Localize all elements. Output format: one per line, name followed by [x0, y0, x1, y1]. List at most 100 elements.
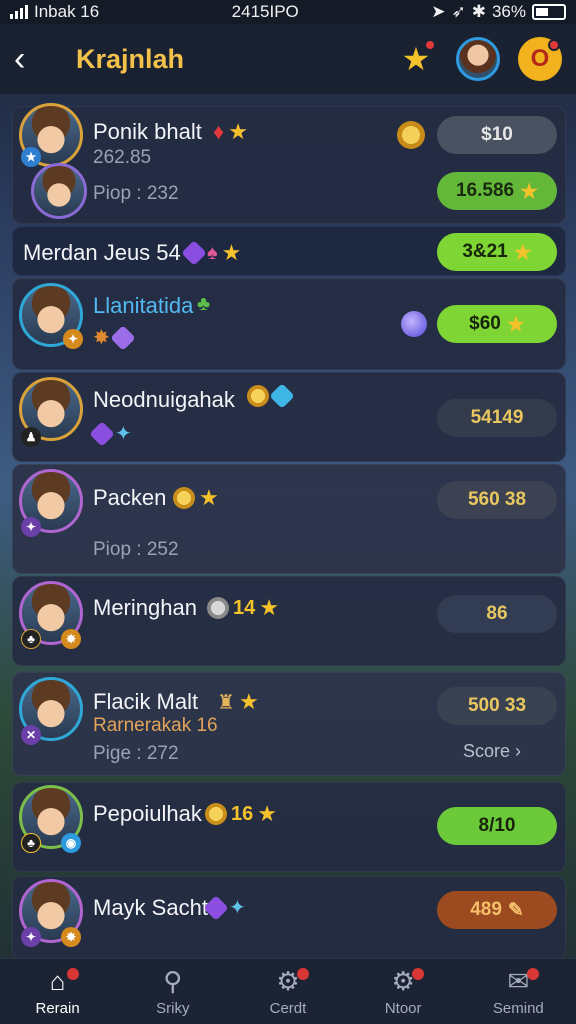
- player-icons: ♦ ★: [213, 119, 248, 145]
- rank-badge-icon: ✕: [21, 725, 41, 745]
- points-value: 3&21: [462, 241, 508, 262]
- trophy-icon: ♜: [217, 691, 235, 714]
- edit-icon: ✎: [507, 899, 524, 921]
- search-icon: ⚲: [163, 966, 183, 996]
- status-time: 2415IPO: [231, 2, 299, 21]
- score-pill[interactable]: $10: [437, 116, 557, 154]
- player-rank: Pige : 272: [93, 743, 179, 764]
- star-icon: ★: [228, 119, 248, 144]
- points-pill[interactable]: 8/10: [437, 807, 557, 845]
- notification-dot: [424, 39, 436, 51]
- signal-icon: [10, 5, 28, 19]
- list-item[interactable]: ✦ ✸ Mayk Sacht ✦ 489 ✎: [12, 876, 566, 960]
- score-pill[interactable]: 500 33: [437, 687, 557, 725]
- coin-icon: [173, 487, 195, 509]
- list-item[interactable]: ★ Ponik bhalt ♦ ★ 262.85 Piop : 232 $10 …: [12, 103, 566, 224]
- score-value: 54149: [470, 407, 524, 428]
- badge-icon: ♠: [207, 241, 218, 264]
- list-item[interactable]: ✦ Packen ★ Piop : 252 560 38: [12, 464, 566, 574]
- level-badge-icon: ✸: [61, 629, 81, 649]
- score-pill[interactable]: 86: [437, 595, 557, 633]
- player-icons: ★: [173, 485, 219, 511]
- player-icons: ♣: [197, 293, 210, 316]
- points-pill[interactable]: $60 ★: [437, 305, 557, 343]
- score-value: 500 33: [467, 695, 527, 716]
- rank-badge-icon: ✦: [21, 927, 41, 947]
- avatar: [456, 37, 500, 81]
- gem-icon: [181, 240, 207, 266]
- tab-label: Ntoor: [384, 1000, 422, 1017]
- app-header: ‹ Krajnlah ★ O: [0, 24, 576, 94]
- player-rank: Piop : 252: [93, 539, 179, 560]
- fire-icon: ✸: [93, 327, 110, 349]
- gem-icon: [203, 894, 229, 921]
- points-pill[interactable]: 3&21 ★: [437, 233, 557, 271]
- rank-badge-icon: ✦: [63, 329, 83, 349]
- gem-icon: [269, 383, 295, 409]
- star-icon: ★: [238, 689, 259, 714]
- player-name: Llanitatida: [93, 293, 194, 318]
- player-name: Packen: [93, 485, 167, 510]
- notification-dot: [66, 968, 79, 980]
- orb-icon: [401, 311, 427, 337]
- crystal-icon: ✦: [229, 897, 246, 919]
- profile-button[interactable]: [456, 37, 500, 81]
- player-title: Rarnerakak 16: [93, 715, 218, 736]
- list-item[interactable]: ♣ ◉ Pepoiulhak 16 ★ 8/10: [12, 782, 566, 872]
- player-items: ✦: [89, 420, 132, 447]
- level-badge-icon: ◉: [61, 833, 81, 853]
- tab-search[interactable]: ⚲ Sriky: [128, 966, 218, 1017]
- player-icons: [247, 383, 295, 409]
- coin-icon: [247, 385, 269, 407]
- score-link[interactable]: Score ›: [463, 741, 521, 762]
- star-icon: ★: [259, 595, 279, 620]
- favorites-button[interactable]: ★: [394, 37, 438, 81]
- list-item[interactable]: ♟ Neodnuigahak ✦ 54149: [12, 372, 566, 462]
- coin-icon: [205, 803, 227, 825]
- back-button[interactable]: ‹: [14, 42, 54, 76]
- tab-store[interactable]: ⚙ Ntoor: [358, 966, 448, 1017]
- bottom-tab-bar: ⌂ Rerain ⚲ Sriky ⚙ Cerdt ⚙ Ntoor ✉ Semin…: [0, 958, 576, 1024]
- list-item[interactable]: ♣ ✸ Meringhan 14 ★ 86: [12, 576, 566, 666]
- rank-badge-icon: ♟: [21, 427, 41, 447]
- bluetooth-icon: ✱: [471, 2, 486, 21]
- score-pill[interactable]: 560 38: [437, 481, 557, 519]
- carrier-label: Inbak 16: [34, 2, 100, 21]
- player-rank: Piop : 232: [93, 183, 179, 204]
- list-item[interactable]: Merdan Jeus 54 ♠ ★ 3&21 ★: [12, 226, 566, 276]
- gear-icon: ⚙: [276, 966, 300, 996]
- player-name: Neodnuigahak: [93, 387, 235, 412]
- tab-home[interactable]: ⌂ Rerain: [13, 966, 103, 1017]
- tab-label: Rerain: [35, 1000, 80, 1017]
- points-pill[interactable]: 16.586 ★: [437, 172, 557, 210]
- star-icon: ★: [221, 240, 242, 265]
- score-pill[interactable]: 54149: [437, 399, 557, 437]
- player-name: Meringhan: [93, 595, 197, 620]
- points-value: $60: [469, 313, 501, 334]
- gear-icon: ⚙: [391, 966, 415, 996]
- battery-icon: [532, 4, 566, 20]
- tab-label: Semind: [492, 1000, 544, 1017]
- score-pill[interactable]: 489 ✎: [437, 891, 557, 929]
- rank-badge-icon: ♣: [21, 833, 41, 853]
- location-icon: ➤: [431, 2, 446, 21]
- chat-icon: ✉: [507, 966, 530, 996]
- player-icons: ♠ ★: [181, 240, 242, 266]
- score-link-label: Score: [463, 741, 511, 761]
- tab-cards[interactable]: ⚙ Cerdt: [243, 966, 333, 1017]
- tab-label: Cerdt: [269, 1000, 307, 1017]
- list-item[interactable]: ✦ Llanitatida ♣ ✸ $60 ★: [12, 278, 566, 370]
- tab-send[interactable]: ✉ Semind: [473, 966, 563, 1017]
- points-value: 16.586: [455, 180, 515, 201]
- coins-button[interactable]: O: [518, 37, 562, 81]
- avatar: [31, 163, 87, 219]
- score-value: 560 38: [467, 489, 527, 510]
- notification-dot: [296, 968, 309, 980]
- star-icon: ★: [520, 180, 539, 203]
- notification-dot: [548, 39, 560, 51]
- crystal-icon: ✦: [115, 423, 132, 445]
- player-icons: ✦: [203, 894, 246, 921]
- list-item[interactable]: ✕ Flacik Malt ♜ ★ Rarnerakak 16 Pige : 2…: [12, 672, 566, 776]
- player-icons: ♜ ★: [217, 689, 259, 715]
- status-right: ➤ ➶ ✱ 36%: [431, 2, 566, 22]
